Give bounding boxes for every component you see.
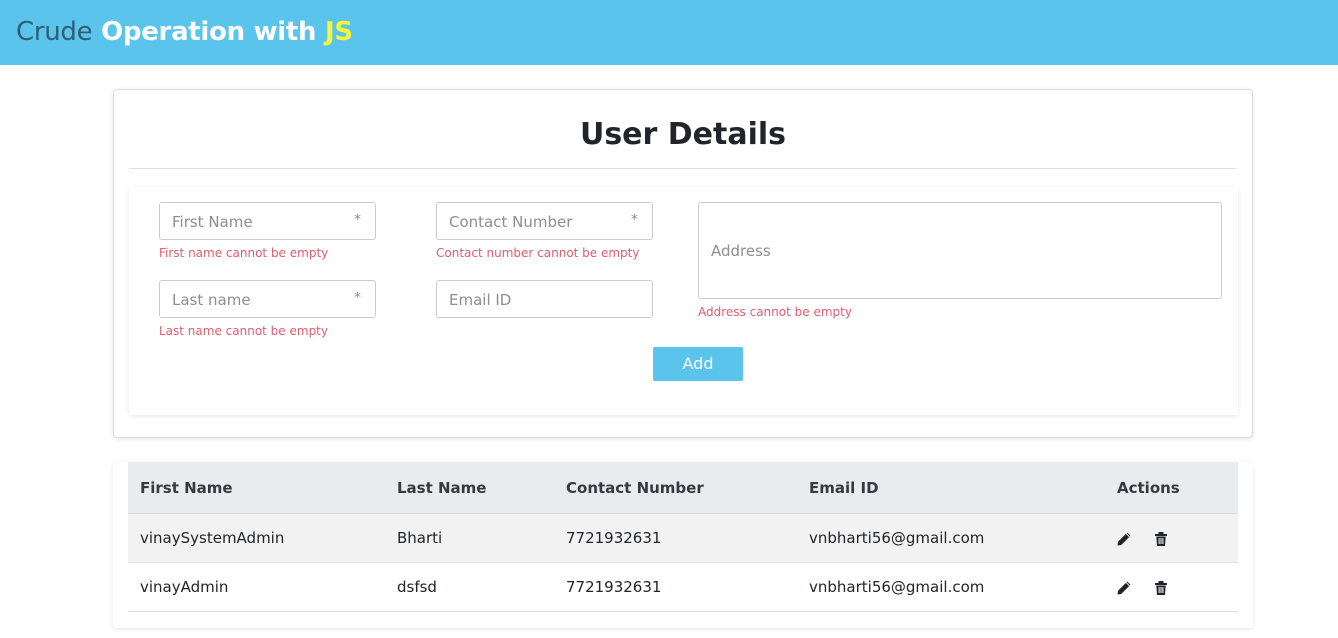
edit-icon[interactable] [1116, 580, 1132, 596]
header-last-name: Last Name [397, 479, 487, 497]
user-form: First Name * First name cannot be empty … [129, 187, 1238, 415]
cell-email: vnbharti56@gmail.com [809, 578, 985, 596]
first-name-placeholder: First Name [172, 213, 253, 231]
address-error: Address cannot be empty [698, 305, 852, 319]
email-placeholder: Email ID [449, 291, 512, 309]
table-header: First Name Last Name Contact Number Emai… [128, 462, 1238, 514]
app-title-part-crude: Crude [16, 17, 93, 47]
email-input[interactable]: Email ID [436, 280, 653, 318]
app-title: Crude Operation with JS [16, 14, 353, 50]
header-first-name: First Name [140, 479, 233, 497]
contact-number-placeholder: Contact Number [449, 213, 573, 231]
user-details-card: User Details First Name * First name can… [113, 89, 1253, 438]
edit-icon[interactable] [1116, 531, 1132, 547]
table-row: vinayAdmin dsfsd 7721932631 vnbharti56@g… [128, 563, 1238, 612]
cell-email: vnbharti56@gmail.com [809, 529, 985, 547]
cell-last-name: dsfsd [397, 578, 437, 596]
contact-number-required-mark: * [631, 212, 638, 228]
add-button[interactable]: Add [653, 347, 743, 381]
address-placeholder: Address [711, 242, 771, 260]
cell-first-name: vinaySystemAdmin [140, 529, 285, 547]
header-actions: Actions [1117, 479, 1180, 497]
last-name-required-mark: * [354, 290, 361, 306]
first-name-required-mark: * [354, 212, 361, 228]
cell-last-name: Bharti [397, 529, 443, 547]
form-title: User Details [579, 117, 787, 152]
address-textarea[interactable]: Address [698, 202, 1222, 299]
header-contact-number: Contact Number [566, 479, 704, 497]
header-email-id: Email ID [809, 479, 879, 497]
users-table: First Name Last Name Contact Number Emai… [113, 462, 1253, 628]
navbar: Crude Operation with JS [0, 0, 1338, 65]
cell-first-name: vinayAdmin [140, 578, 229, 596]
app-title-part-js: JS [325, 17, 353, 47]
cell-contact-number: 7721932631 [566, 578, 662, 596]
last-name-error: Last name cannot be empty [159, 324, 328, 338]
last-name-placeholder: Last name [172, 291, 251, 309]
contact-number-input[interactable]: Contact Number * [436, 202, 653, 240]
first-name-error: First name cannot be empty [159, 246, 329, 260]
cell-contact-number: 7721932631 [566, 529, 662, 547]
app-title-part-operation: Operation with [101, 17, 317, 47]
delete-icon[interactable] [1153, 531, 1169, 547]
delete-icon[interactable] [1153, 580, 1169, 596]
title-divider [129, 168, 1237, 169]
last-name-input[interactable]: Last name * [159, 280, 376, 318]
contact-number-error: Contact number cannot be empty [436, 246, 640, 260]
first-name-input[interactable]: First Name * [159, 202, 376, 240]
table-row: vinaySystemAdmin Bharti 7721932631 vnbha… [128, 514, 1238, 563]
